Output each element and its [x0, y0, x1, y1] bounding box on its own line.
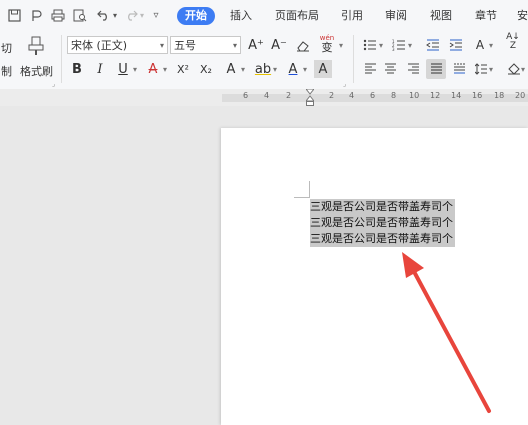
- title-bar: ▾ ▾ ▿ 开始 插入 页面布局 引用 审阅 视图 章节 安: [0, 0, 528, 31]
- chevron-down-icon[interactable]: ▾: [489, 41, 493, 50]
- tab-review[interactable]: 审阅: [385, 8, 407, 24]
- ribbon: 切 制 格式刷 宋体 (正文) ▾ 五号 ▾ A⁺ A⁻ wén 变 ▾ B I…: [0, 31, 528, 90]
- ruler-tick: 6: [243, 91, 249, 100]
- copy-button[interactable]: 制: [1, 63, 12, 79]
- autosave-icon[interactable]: [28, 6, 44, 24]
- ruler-tick: 14: [451, 91, 462, 100]
- clear-format-icon[interactable]: [294, 36, 312, 54]
- sort-z: Z: [509, 41, 517, 51]
- print-icon[interactable]: [50, 6, 66, 24]
- customize-quick-access-icon[interactable]: ▿: [150, 6, 162, 24]
- tab-view[interactable]: 视图: [430, 8, 452, 24]
- svg-text:3: 3: [392, 47, 395, 51]
- decrease-indent-icon[interactable]: [424, 36, 442, 54]
- chevron-down-icon[interactable]: ▾: [303, 65, 307, 74]
- font-name-value: 宋体 (正文): [71, 39, 128, 52]
- document-page[interactable]: [221, 128, 528, 425]
- document-text-line[interactable]: 三观是否公司是否带盖寿司个: [310, 215, 455, 231]
- superscript-button[interactable]: X²: [174, 60, 192, 78]
- change-case-icon[interactable]: A: [471, 36, 489, 54]
- dialog-launcher-icon[interactable]: ⌟: [343, 80, 346, 88]
- shrink-font-icon[interactable]: A⁻: [270, 36, 288, 54]
- tab-security[interactable]: 安: [517, 8, 528, 24]
- chevron-down-icon[interactable]: ▾: [163, 65, 167, 74]
- ruler-tick: 6: [370, 91, 376, 100]
- italic-button[interactable]: I: [91, 60, 109, 78]
- bullet-list-icon[interactable]: [361, 36, 379, 54]
- font-color-button[interactable]: A: [284, 60, 302, 78]
- chevron-down-icon[interactable]: ▾: [241, 65, 245, 74]
- tab-references[interactable]: 引用: [341, 8, 363, 24]
- bold-button[interactable]: B: [68, 60, 86, 78]
- chevron-down-icon: ▾: [232, 41, 237, 50]
- group-divider: [353, 35, 354, 83]
- pinyin-char: 变: [321, 41, 333, 54]
- ruler-tick: 4: [264, 91, 270, 100]
- group-divider: [61, 35, 62, 83]
- margin-corner-mark: [309, 181, 310, 197]
- print-preview-icon[interactable]: [72, 6, 88, 24]
- chevron-down-icon[interactable]: ▾: [379, 41, 383, 50]
- numbered-list-icon[interactable]: 123: [390, 36, 408, 54]
- chevron-down-icon[interactable]: ▾: [408, 41, 412, 50]
- ruler-tick: 16: [472, 91, 483, 100]
- align-right-icon[interactable]: [404, 60, 422, 78]
- format-painter-icon[interactable]: [26, 36, 46, 56]
- chevron-down-icon[interactable]: ▾: [489, 65, 493, 74]
- redo-icon[interactable]: [124, 6, 138, 24]
- align-left-icon[interactable]: [361, 60, 379, 78]
- chevron-down-icon[interactable]: ▾: [133, 65, 137, 74]
- underline-button[interactable]: U: [114, 60, 132, 78]
- undo-icon[interactable]: [96, 6, 110, 24]
- document-text-line[interactable]: 三观是否公司是否带盖寿司个: [310, 199, 455, 215]
- tab-chapter[interactable]: 章节: [475, 8, 497, 24]
- ruler-tick: 8: [391, 91, 397, 100]
- line-spacing-icon[interactable]: [472, 60, 490, 78]
- font-size-select[interactable]: 五号 ▾: [170, 36, 241, 54]
- save-icon[interactable]: [6, 6, 22, 24]
- redo-dropdown-icon[interactable]: ▾: [138, 6, 146, 24]
- highlight-button[interactable]: ab: [254, 60, 272, 78]
- justify-icon[interactable]: [426, 59, 446, 79]
- strikethrough-button[interactable]: A: [144, 60, 162, 78]
- format-painter-label[interactable]: 格式刷: [20, 63, 53, 79]
- document-text-line[interactable]: 三观是否公司是否带盖寿司个: [310, 231, 455, 247]
- tab-insert[interactable]: 插入: [230, 8, 252, 24]
- tab-page-layout[interactable]: 页面布局: [275, 8, 319, 24]
- ruler-tick: 10: [409, 91, 420, 100]
- margin-corner-mark: [294, 197, 310, 198]
- ruler-tick: 2: [286, 91, 292, 100]
- undo-dropdown-icon[interactable]: ▾: [111, 6, 119, 24]
- increase-indent-icon[interactable]: [447, 36, 465, 54]
- chevron-down-icon[interactable]: ▾: [521, 65, 525, 74]
- dialog-launcher-icon[interactable]: ⌟: [52, 80, 55, 88]
- character-shading-button[interactable]: A: [314, 60, 332, 78]
- cut-button[interactable]: 切: [1, 40, 12, 56]
- distributed-align-icon[interactable]: [450, 60, 468, 78]
- ruler-tick: 2: [329, 91, 335, 100]
- font-name-select[interactable]: 宋体 (正文) ▾: [67, 36, 168, 54]
- pinyin-guide-icon[interactable]: wén 变: [318, 35, 336, 54]
- horizontal-ruler[interactable]: 6 4 2 2 4 6 8 10 12 14 16 18 20: [0, 88, 528, 106]
- tab-home[interactable]: 开始: [177, 7, 215, 25]
- sort-icon[interactable]: A↓ Z: [504, 33, 522, 51]
- ruler-tick: 18: [494, 91, 505, 100]
- text-effect-button[interactable]: A: [222, 60, 240, 78]
- chevron-down-icon[interactable]: ▾: [273, 65, 277, 74]
- font-size-value: 五号: [174, 39, 196, 52]
- indent-marker-icon[interactable]: [304, 88, 316, 106]
- chevron-down-icon: ▾: [159, 41, 164, 50]
- ruler-tick: 4: [349, 91, 355, 100]
- chevron-down-icon[interactable]: ▾: [339, 41, 343, 50]
- ruler-tick: 20: [515, 91, 526, 100]
- ruler-tick: 12: [430, 91, 441, 100]
- grow-font-icon[interactable]: A⁺: [247, 36, 265, 54]
- align-center-icon[interactable]: [381, 60, 399, 78]
- subscript-button[interactable]: X₂: [197, 60, 215, 78]
